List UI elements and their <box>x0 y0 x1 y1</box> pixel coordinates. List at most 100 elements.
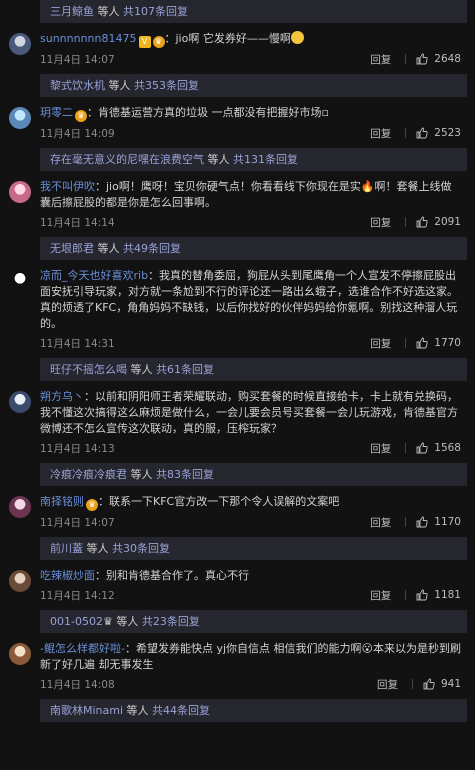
verified-badge-icon: V <box>138 36 151 48</box>
comment-time: 11月4日 14:07 <box>40 53 115 66</box>
meta-divider <box>405 54 407 64</box>
comment-item: 朔方乌丶：以前和阴阳师王者荣耀联动，购买套餐的时候直接给卡，卡上就有兑换码，我不… <box>0 381 475 463</box>
reply-count[interactable]: 共61条回复 <box>156 363 214 376</box>
user-nickname[interactable]: -鲲怎么样都好啦- <box>40 642 125 655</box>
reply-button[interactable]: 回复 <box>370 588 391 603</box>
avatar[interactable] <box>9 33 31 55</box>
like-button[interactable]: 2523 <box>416 127 461 139</box>
thumbs-up-icon <box>416 516 428 528</box>
reply-user-name[interactable]: 冷痕冷痕冷痕君 <box>50 468 127 481</box>
like-count: 1181 <box>434 589 461 601</box>
reply-button[interactable]: 回复 <box>377 677 398 692</box>
like-count: 2091 <box>434 216 461 228</box>
like-button[interactable]: 2648 <box>416 53 461 65</box>
reply-thread-bar[interactable]: 南歌林Minami 等人 共44条回复 <box>40 699 467 722</box>
comment-meta: 11月4日 14:14 回复 2091 <box>40 213 461 231</box>
reply-user-name[interactable]: 无垠郎君 <box>50 242 94 255</box>
avatar[interactable] <box>9 391 31 413</box>
thumbs-up-icon <box>416 53 428 65</box>
reply-user-name[interactable]: 三月鲸鱼 <box>50 5 94 18</box>
thumbs-up-icon <box>416 127 428 139</box>
user-nickname[interactable]: 朔方乌丶 <box>40 390 84 403</box>
reply-thread-bar[interactable]: 三月鲸鱼 等人 共107条回复 <box>40 0 467 23</box>
reply-user-name[interactable]: 黎式饮水机 <box>50 79 105 92</box>
reply-count[interactable]: 共83条回复 <box>156 468 214 481</box>
comment-content: 朔方乌丶：以前和阴阳师王者荣耀联动，购买套餐的时候直接给卡，卡上就有兑换码，我不… <box>40 389 461 437</box>
comment-content: 凉而_今天也好喜欢rib：我真的替角委屈，狗屁从头到尾鹰角一个人宣发不停擦屁股出… <box>40 268 461 332</box>
user-nickname[interactable]: 南择铭则 <box>40 495 84 508</box>
reply-thread-bar[interactable]: 旺仔不摇怎么喝 等人 共61条回复 <box>40 358 467 381</box>
user-nickname[interactable]: 我不叫伊吹 <box>40 180 95 193</box>
reply-middle-text: 等人 <box>127 468 156 481</box>
reply-thread-bar[interactable]: 黎式饮水机 等人 共353条回复 <box>40 74 467 97</box>
reply-count[interactable]: 共23条回复 <box>142 615 200 628</box>
comment-content: 我不叫伊吹：jio啊！鹰呀！宝贝你硬气点！你看看线下你现在是实🔥啊！套餐上线做囊… <box>40 179 461 211</box>
reply-user-name[interactable]: 001-0502 <box>50 615 103 628</box>
vip-crown-badge-icon: ♛ <box>152 36 165 48</box>
reply-button[interactable]: 回复 <box>370 126 391 141</box>
comment-time: 11月4日 14:31 <box>40 337 115 350</box>
like-button[interactable]: 1181 <box>416 589 461 601</box>
avatar[interactable] <box>9 643 31 665</box>
reply-middle-text: 等人 <box>127 363 156 376</box>
reply-count[interactable]: 共30条回复 <box>112 542 170 555</box>
meta-divider <box>411 679 413 689</box>
comment-time: 11月4日 14:09 <box>40 127 115 140</box>
reply-user-name[interactable]: 前川蓋 <box>50 542 83 555</box>
reply-count[interactable]: 共353条回复 <box>134 79 199 92</box>
reply-button[interactable]: 回复 <box>370 515 391 530</box>
meta-divider <box>405 128 407 138</box>
reply-user-name[interactable]: 南歌林Minami <box>50 704 123 717</box>
comment-text: ：肯德基运营方真的垃圾 一点都没有把握好市场▫ <box>87 106 329 119</box>
reply-user-name[interactable]: 存在毫无意义的尼嘿在浪费空气 <box>50 153 204 166</box>
comment-meta: 11月4日 14:07 回复 1170 <box>40 513 461 531</box>
avatar[interactable] <box>9 107 31 129</box>
user-nickname[interactable]: 凉而_今天也好喜欢rib <box>40 269 148 282</box>
reply-thread-bar[interactable]: 前川蓋 等人 共30条回复 <box>40 537 467 560</box>
reply-user-name[interactable]: 旺仔不摇怎么喝 <box>50 363 127 376</box>
like-count: 1568 <box>434 442 461 454</box>
avatar[interactable] <box>9 270 31 292</box>
like-button[interactable]: 1170 <box>416 516 461 528</box>
reply-button[interactable]: 回复 <box>370 336 391 351</box>
reply-count[interactable]: 共44条回复 <box>152 704 210 717</box>
comment-item: -鲲怎么样都好啦-：希望发券能快点 yj你自信点 相信我们的能力啊😮本来以为是秒… <box>0 633 475 699</box>
like-button[interactable]: 2091 <box>416 216 461 228</box>
comment-meta: 11月4日 14:31 回复 1770 <box>40 334 461 352</box>
reply-middle-text: 等人 <box>105 79 134 92</box>
comment-content: sunnnnnnn81475 V ♛ ：jio啊 它发券好——慢啊 <box>40 31 461 48</box>
reply-count[interactable]: 共131条回复 <box>233 153 298 166</box>
reply-thread-bar[interactable]: 存在毫无意义的尼嘿在浪费空气 等人 共131条回复 <box>40 148 467 171</box>
comment-content: 南择铭则 ♛ ：联系一下KFC官方改一下那个令人误解的文案吧 <box>40 494 461 511</box>
reply-button[interactable]: 回复 <box>370 441 391 456</box>
like-button[interactable]: 1568 <box>416 442 461 454</box>
comment-text: ：别和肯德基合作了。真心不行 <box>95 569 249 582</box>
avatar[interactable] <box>9 496 31 518</box>
comment-item: 南择铭则 ♛ ：联系一下KFC官方改一下那个令人误解的文案吧 11月4日 14:07 回… <box>0 486 475 537</box>
like-button[interactable]: 1770 <box>416 337 461 349</box>
reply-count[interactable]: 共107条回复 <box>123 5 188 18</box>
avatar[interactable] <box>9 181 31 203</box>
reply-thread-bar[interactable]: 001-0502♛ 等人 共23条回复 <box>40 610 467 633</box>
comment-text: ：以前和阴阳师王者荣耀联动，购买套餐的时候直接给卡，卡上就有兑换码，我不懂这次搞… <box>40 390 458 435</box>
reply-middle-text: ♛ 等人 <box>102 615 142 628</box>
meta-divider <box>405 517 407 527</box>
like-count: 941 <box>440 678 461 690</box>
reply-button[interactable]: 回复 <box>370 52 391 67</box>
avatar[interactable] <box>9 570 31 592</box>
reply-count[interactable]: 共49条回复 <box>123 242 181 255</box>
comment-item: sunnnnnnn81475 V ♛ ：jio啊 它发券好——慢啊 11月4日 14:0… <box>0 23 475 74</box>
like-button[interactable]: 941 <box>423 678 461 690</box>
comment-item: 凉而_今天也好喜欢rib：我真的替角委屈，狗屁从头到尾鹰角一个人宣发不停擦屁股出… <box>0 260 475 358</box>
like-count: 2523 <box>434 127 461 139</box>
user-nickname[interactable]: sunnnnnnn81475 <box>40 32 137 45</box>
reply-thread-bar[interactable]: 无垠郎君 等人 共49条回复 <box>40 237 467 260</box>
thumbs-up-icon <box>416 216 428 228</box>
reply-button[interactable]: 回复 <box>370 215 391 230</box>
user-nickname[interactable]: 吃辣椒炒面 <box>40 569 95 582</box>
reply-middle-text: 等人 <box>204 153 233 166</box>
user-nickname[interactable]: 玥零二 <box>40 106 73 119</box>
comment-content: 玥零二 ♛ ：肯德基运营方真的垃圾 一点都没有把握好市场▫ <box>40 105 461 122</box>
reply-thread-bar[interactable]: 冷痕冷痕冷痕君 等人 共83条回复 <box>40 463 467 486</box>
comment-time: 11月4日 14:12 <box>40 589 115 602</box>
